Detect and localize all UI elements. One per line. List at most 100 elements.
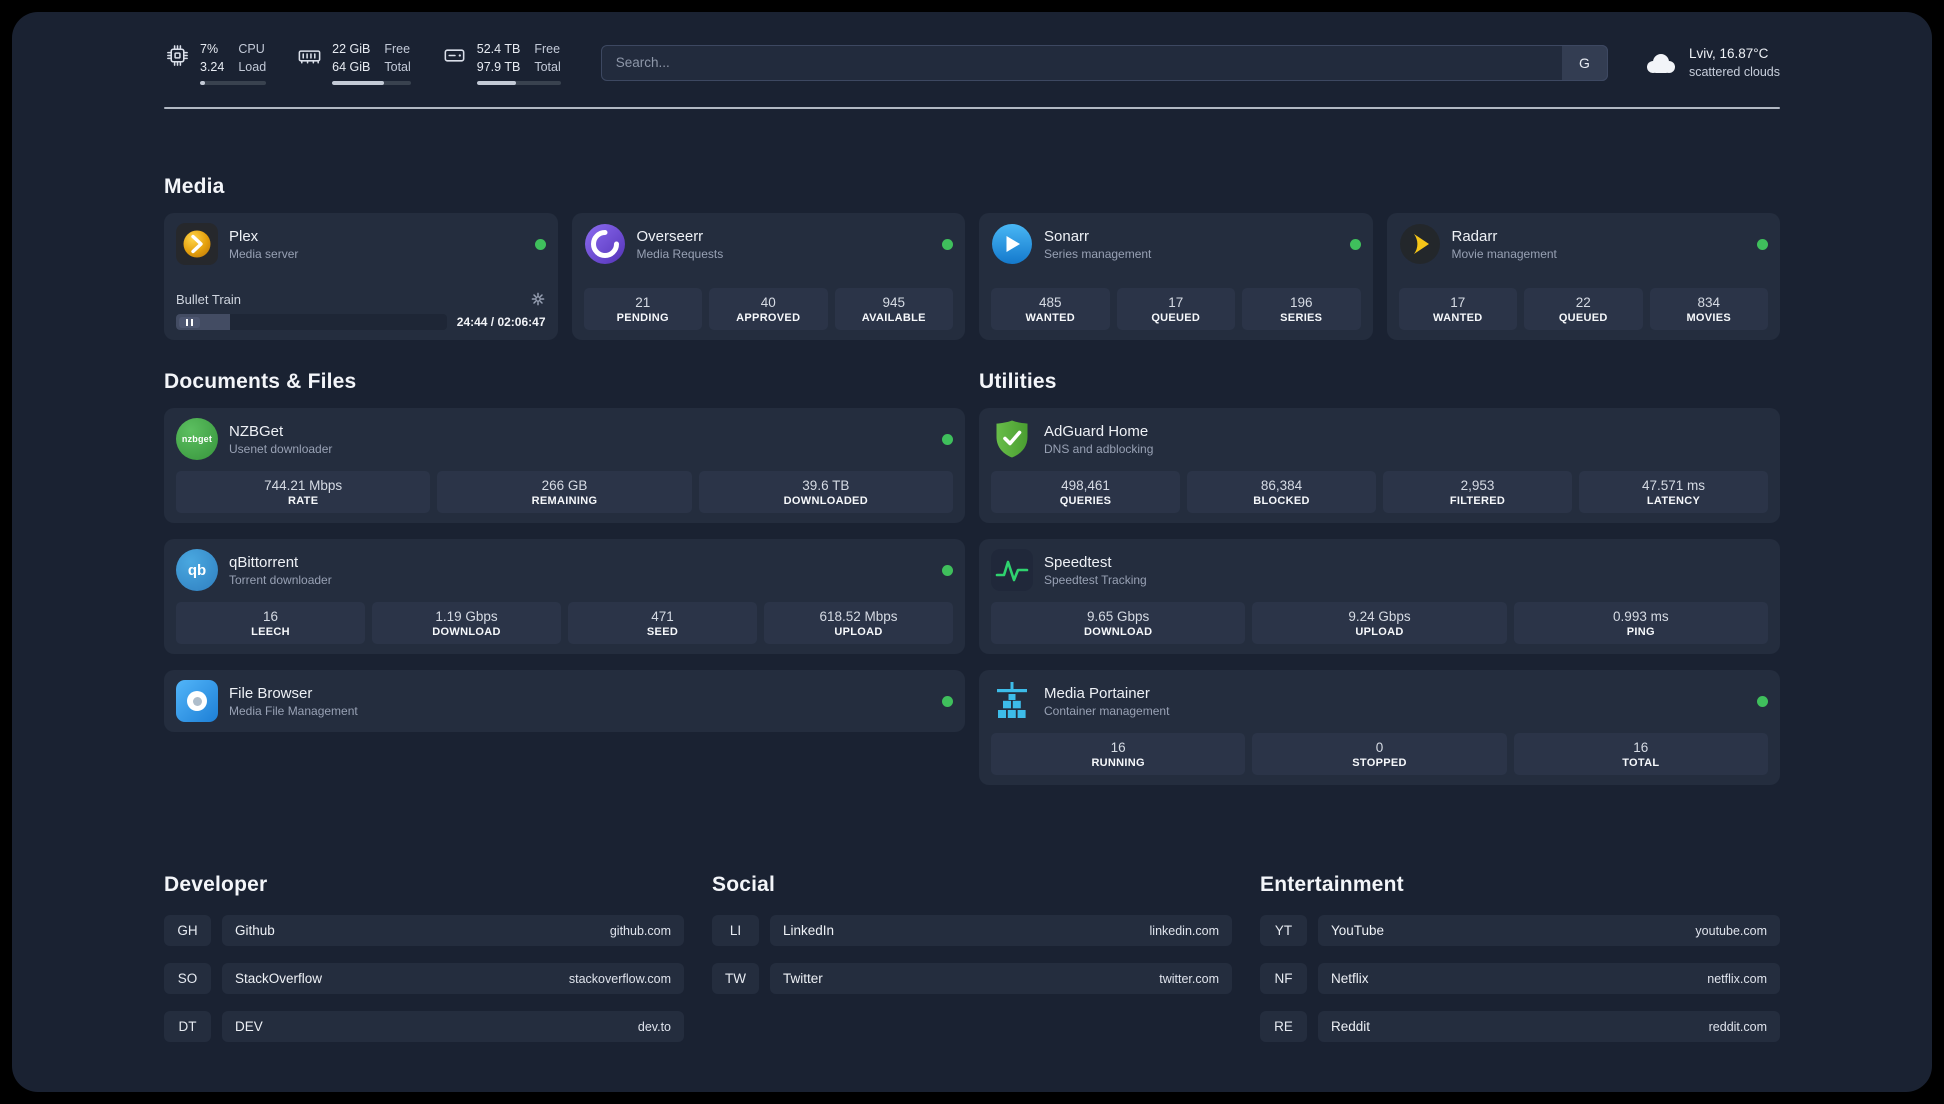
app-subtitle: Torrent downloader <box>229 572 332 587</box>
media-grid: Plex Media server Bullet Train 24:44 / 0… <box>164 213 1780 341</box>
status-dot <box>942 433 953 445</box>
link-reddit[interactable]: RE Reddit reddit.com <box>1260 1011 1780 1043</box>
status-dot <box>1349 238 1361 250</box>
stat-blocked: 86,384 BLOCKED <box>1187 471 1376 514</box>
stat-running: 16 RUNNING <box>991 733 1246 776</box>
ram-widget: 22 GiB 64 GiB Free Total <box>296 40 411 86</box>
ram-readout: 22 GiB 64 GiB Free Total <box>332 40 411 86</box>
app-card-adguard[interactable]: AdGuard Home DNS and adblocking 498,461 … <box>979 408 1780 524</box>
now-playing-title: Bullet Train <box>176 291 242 307</box>
ram-icon <box>298 50 321 64</box>
cpu-icon <box>167 45 188 66</box>
link-youtube[interactable]: YT YouTube youtube.com <box>1260 915 1780 947</box>
app-card-speedtest[interactable]: Speedtest Speedtest Tracking 9.65 Gbps D… <box>979 539 1780 655</box>
gear-icon[interactable] <box>530 291 546 307</box>
stat-ping: 0.993 ms PING <box>1513 602 1768 645</box>
stat-latency: 47.571 ms LATENCY <box>1579 471 1768 514</box>
stat-approved: 40 APPROVED <box>709 288 828 331</box>
app-subtitle: DNS and adblocking <box>1044 441 1154 456</box>
app-card-filebrowser[interactable]: File Browser Media File Management <box>164 670 965 733</box>
stat-filtered: 2,953 FILTERED <box>1383 471 1572 514</box>
status-dot <box>1757 238 1768 250</box>
app-card-plex[interactable]: Plex Media server Bullet Train 24:44 / 0… <box>164 213 558 341</box>
link-abbr: SO <box>164 963 211 995</box>
app-name: File Browser <box>229 684 313 702</box>
link-dev[interactable]: DT DEV dev.to <box>164 1011 684 1043</box>
stats-row: 9.65 Gbps DOWNLOAD 9.24 Gbps UPLOAD 0.99… <box>991 591 1768 645</box>
app-card-overseerr[interactable]: Overseerr Media Requests 21 PENDING 40 A… <box>571 213 965 341</box>
app-card-qbittorrent[interactable]: qb qBittorrent Torrent downloader 16 LEE… <box>164 539 965 655</box>
app-subtitle: Series management <box>1044 246 1152 261</box>
cloud-icon <box>1646 53 1675 73</box>
status-dot <box>534 238 546 250</box>
stat-queries: 498,461 QUERIES <box>991 471 1180 514</box>
app-name: qBittorrent <box>229 553 299 571</box>
speedtest-icon <box>991 549 1033 592</box>
stat-downloaded: 39.6 TB DOWNLOADED <box>698 471 953 514</box>
stats-row: 16 LEECH 1.19 Gbps DOWNLOAD 471 SEED 618… <box>176 591 953 645</box>
nzbget-icon: nzbget <box>176 418 218 461</box>
link-abbr: NF <box>1260 963 1307 995</box>
stats-row: 744.21 Mbps RATE 266 GB REMAINING 39.6 T… <box>176 460 953 514</box>
link-bar: Netflix netflix.com <box>1318 963 1780 995</box>
app-subtitle: Speedtest Tracking <box>1044 572 1147 587</box>
stat-rate: 744.21 Mbps RATE <box>176 471 431 514</box>
link-stackoverflow[interactable]: SO StackOverflow stackoverflow.com <box>164 963 684 995</box>
stat-pending: 21 PENDING <box>583 288 702 331</box>
system-stats: 7% 3.24 CPU Load 22 GiB 64 GiB Free Tota… <box>164 40 561 86</box>
section-title-developer: Developer <box>164 873 268 897</box>
link-abbr: YT <box>1260 915 1307 947</box>
section-entertainment: Entertainment YT YouTube youtube.com NF … <box>1260 873 1780 1059</box>
plex-icon <box>176 223 218 266</box>
link-linkedin[interactable]: LI LinkedIn linkedin.com <box>712 915 1232 947</box>
search-engine-button[interactable]: G <box>1561 44 1608 81</box>
app-card-radarr[interactable]: Radarr Movie management 17 WANTED 22 QUE… <box>1386 213 1780 341</box>
link-github[interactable]: GH Github github.com <box>164 915 684 947</box>
link-abbr: RE <box>1260 1011 1307 1043</box>
pause-button[interactable] <box>179 316 200 328</box>
link-bar: Reddit reddit.com <box>1318 1011 1780 1043</box>
link-bar: Twitter twitter.com <box>770 963 1232 995</box>
link-netflix[interactable]: NF Netflix netflix.com <box>1260 963 1780 995</box>
link-bar: DEV dev.to <box>222 1011 684 1043</box>
app-card-portainer[interactable]: Media Portainer Container management 16 … <box>979 670 1780 786</box>
top-bar: 7% 3.24 CPU Load 22 GiB 64 GiB Free Tota… <box>164 40 1780 86</box>
cpu-load-value: 3.24 <box>200 60 225 75</box>
ram-free-value: 22 GiB <box>332 42 371 56</box>
ram-total-value: 64 GiB <box>332 60 371 75</box>
app-name: Radarr <box>1451 227 1498 245</box>
seek-bar[interactable] <box>176 314 447 331</box>
status-dot <box>1757 695 1768 707</box>
status-dot <box>942 564 953 576</box>
app-card-nzbget[interactable]: nzbget NZBGet Usenet downloader 744.21 M… <box>164 408 965 524</box>
app-name: NZBGet <box>229 422 284 440</box>
app-card-sonarr[interactable]: Sonarr Series management 485 WANTED 17 Q… <box>979 213 1373 341</box>
filebrowser-icon <box>176 680 218 723</box>
stats-row: 17 WANTED 22 QUEUED 834 MOVIES <box>1398 277 1768 331</box>
link-bar: LinkedIn linkedin.com <box>770 915 1232 947</box>
stat-seed: 471 SEED <box>568 602 757 645</box>
search-input[interactable] <box>600 44 1608 81</box>
link-bar: StackOverflow stackoverflow.com <box>222 963 684 995</box>
ram-progress-bar <box>332 81 411 86</box>
cpu-label: CPU <box>238 42 265 56</box>
stat-remaining: 266 GB REMAINING <box>437 471 692 514</box>
section-social: Social LI LinkedIn linkedin.com TW Twitt… <box>712 873 1232 1059</box>
ram-total-label: Total <box>384 60 411 75</box>
app-subtitle: Movie management <box>1451 246 1557 261</box>
cpu-widget: 7% 3.24 CPU Load <box>164 40 267 86</box>
stat-stopped: 0 STOPPED <box>1252 733 1507 776</box>
portainer-icon <box>991 680 1033 722</box>
app-name: Overseerr <box>636 227 704 245</box>
section-title-utilities: Utilities <box>979 370 1057 394</box>
stat-queued: 22 QUEUED <box>1524 288 1643 331</box>
dashboard: 7% 3.24 CPU Load 22 GiB 64 GiB Free Tota… <box>12 12 1932 1092</box>
stat-wanted: 17 WANTED <box>1398 288 1517 331</box>
app-name: Plex <box>229 227 259 245</box>
link-twitter[interactable]: TW Twitter twitter.com <box>712 963 1232 995</box>
stats-row: 16 RUNNING 0 STOPPED 16 TOTAL <box>991 722 1768 776</box>
stat-upload: 9.24 Gbps UPLOAD <box>1252 602 1507 645</box>
app-subtitle: Media File Management <box>229 703 358 718</box>
app-subtitle: Media server <box>229 246 299 261</box>
weather-location: Lviv, 16.87°C <box>1688 46 1769 62</box>
